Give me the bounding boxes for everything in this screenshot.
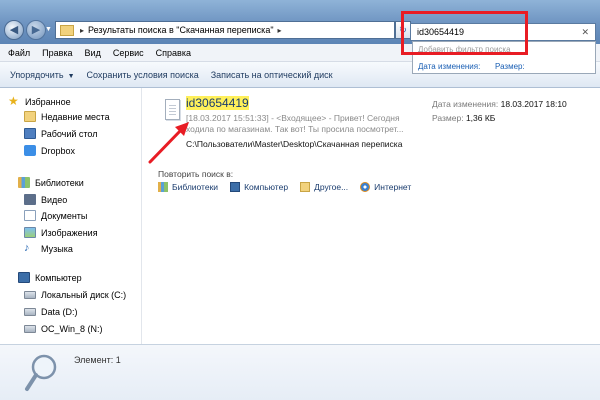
sidebar-item-label: Избранное: [25, 96, 71, 107]
result-snippet: [18.03.2017 15:51:33] - <Входящее> - При…: [186, 113, 404, 134]
option-label: Другое...: [314, 182, 349, 192]
hard-disk-icon: [24, 308, 36, 316]
result-filename[interactable]: id30654419: [186, 96, 249, 110]
breadcrumb-separator[interactable]: ▸: [80, 26, 84, 35]
burn-disc-button[interactable]: Записать на оптический диск: [211, 70, 333, 80]
modified-label: Дата изменения:: [432, 99, 499, 109]
sidebar-item-label: Документы: [41, 210, 88, 221]
sidebar-item-disk-d[interactable]: Data (D:): [24, 307, 78, 317]
option-label: Компьютер: [244, 182, 289, 192]
sidebar-item-label: Библиотеки: [35, 177, 84, 188]
sidebar-item-recent[interactable]: Недавние места: [24, 111, 110, 122]
chevron-down-icon: ▼: [67, 72, 75, 80]
sidebar-item-dropbox[interactable]: Dropbox: [24, 145, 75, 156]
hard-disk-icon: [24, 291, 36, 299]
computer-icon: [18, 272, 30, 283]
sidebar-item-computer[interactable]: Компьютер: [18, 272, 82, 283]
filter-size[interactable]: Размер:: [495, 62, 525, 71]
hard-disk-icon: [24, 325, 36, 333]
video-icon: [24, 194, 36, 205]
search-again-other[interactable]: Другое...: [300, 182, 348, 192]
sidebar-item-video[interactable]: Видео: [24, 194, 67, 205]
sidebar-item-label: Видео: [41, 194, 68, 205]
search-again-internet[interactable]: Интернет: [360, 182, 411, 192]
breadcrumb-search-results[interactable]: Результаты поиска в "Скачанная переписка…: [88, 25, 274, 35]
sidebar-item-label: Data (D:): [41, 307, 78, 317]
music-icon: ♪: [24, 242, 30, 254]
text-file-icon: [165, 99, 180, 120]
sidebar-item-label: Музыка: [41, 243, 73, 254]
search-again-label: Повторить поиск в:: [158, 169, 234, 179]
search-again-options: Библиотеки Компьютер Другое... Интернет: [158, 182, 423, 192]
documents-icon: [24, 210, 36, 221]
size-label: Размер:: [432, 113, 464, 123]
annotation-arrow: [148, 122, 189, 164]
address-bar[interactable]: ▸ Результаты поиска в "Скачанная перепис…: [55, 21, 395, 39]
images-icon: [24, 227, 36, 238]
search-results-pane: id30654419 [18.03.2017 15:51:33] - <Вход…: [143, 88, 600, 344]
computer-icon: [230, 182, 241, 192]
sidebar-item-disk-c[interactable]: Локальный диск (C:): [24, 290, 126, 300]
save-search-button[interactable]: Сохранить условия поиска: [87, 70, 199, 80]
sidebar-item-documents[interactable]: Документы: [24, 210, 87, 221]
sidebar-item-label: Изображения: [41, 227, 98, 238]
sidebar-item-libraries[interactable]: Библиотеки: [18, 177, 84, 188]
sidebar-item-favorites[interactable]: ★ Избранное: [8, 94, 71, 108]
folder-icon: [300, 182, 311, 192]
back-button[interactable]: ◀: [4, 20, 24, 40]
organize-button[interactable]: Упорядочить ▼: [10, 70, 75, 80]
sidebar-item-label: Локальный диск (C:): [41, 290, 127, 300]
sidebar-item-label: OC_Win_8 (N:): [41, 324, 103, 334]
search-again-libraries[interactable]: Библиотеки: [158, 182, 218, 192]
clear-search-icon[interactable]: ✕: [581, 27, 589, 38]
result-size: Размер: 1,36 КБ: [432, 113, 495, 123]
status-item-count: Элемент: 1: [74, 355, 121, 365]
dropbox-icon: [24, 145, 36, 156]
sidebar-item-music[interactable]: ♪ Музыка: [24, 243, 73, 254]
menu-edit[interactable]: Правка: [42, 48, 72, 58]
navigation-pane: ★ Избранное Недавние места Рабочий стол …: [0, 88, 142, 344]
menu-help[interactable]: Справка: [156, 48, 191, 58]
internet-explorer-icon: [360, 182, 371, 192]
modified-value: 18.03.2017 18:10: [500, 99, 567, 109]
search-highlight-annotation: [401, 11, 528, 55]
menu-tools[interactable]: Сервис: [113, 48, 144, 58]
filter-date-modified[interactable]: Дата изменения:: [418, 62, 480, 71]
recent-places-icon: [24, 111, 36, 122]
history-dropdown-icon[interactable]: ▼: [45, 26, 53, 34]
option-label: Библиотеки: [172, 182, 219, 192]
sidebar-item-label: Компьютер: [35, 272, 82, 283]
menu-file[interactable]: Файл: [8, 48, 30, 58]
sidebar-item-label: Dropbox: [41, 145, 76, 156]
details-pane: Элемент: 1: [0, 344, 600, 400]
option-label: Интернет: [374, 182, 412, 192]
sidebar-item-label: Рабочий стол: [41, 128, 98, 139]
search-again-computer[interactable]: Компьютер: [230, 182, 288, 192]
result-modified: Дата изменения: 18.03.2017 18:10: [432, 99, 567, 109]
magnifier-icon: [25, 354, 57, 391]
result-path: C:\Пользователи\Master\Desktop\Скачанная…: [186, 139, 403, 149]
forward-button[interactable]: ▶: [26, 20, 46, 40]
size-value: 1,36 КБ: [465, 113, 496, 123]
search-folder-icon: [60, 24, 74, 36]
star-icon: ★: [8, 94, 19, 108]
organize-label: Упорядочить: [10, 69, 64, 80]
sidebar-item-label: Недавние места: [41, 111, 110, 122]
libraries-icon: [18, 177, 30, 188]
sidebar-item-desktop[interactable]: Рабочий стол: [24, 128, 98, 139]
breadcrumb-end-arrow[interactable]: ▸: [278, 26, 282, 35]
libraries-icon: [158, 182, 168, 192]
sidebar-item-disk-n[interactable]: OC_Win_8 (N:): [24, 324, 103, 334]
sidebar-item-images[interactable]: Изображения: [24, 227, 98, 238]
menu-view[interactable]: Вид: [85, 48, 101, 58]
desktop-icon: [24, 128, 36, 139]
